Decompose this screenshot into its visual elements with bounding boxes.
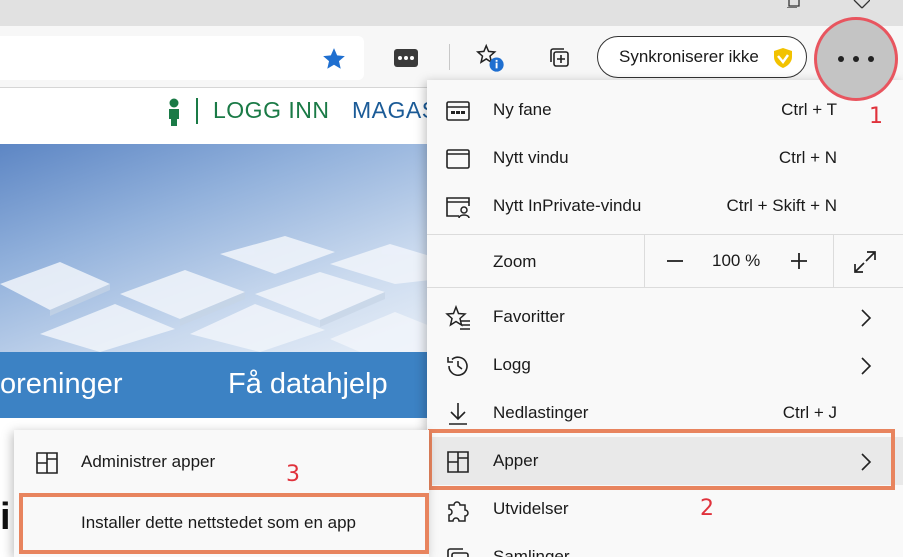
menu-label: Nytt InPrivate-vindu	[493, 196, 642, 215]
submenu-label: Administrer apper	[81, 452, 216, 471]
inprivate-icon	[446, 197, 470, 219]
dot-icon	[838, 56, 844, 62]
zoom-divider	[644, 235, 645, 287]
menu-label: Ny fane	[493, 100, 552, 119]
login-link[interactable]: LOGG INN	[213, 97, 329, 124]
menu-item-new-window[interactable]: Nytt vindu Ctrl + N	[427, 134, 903, 182]
zoom-divider	[833, 235, 834, 287]
menu-label: Nedlastinger	[493, 403, 589, 422]
menu-label: Utvidelser	[493, 499, 569, 518]
star-list-icon	[445, 305, 470, 330]
address-bar[interactable]	[0, 36, 364, 80]
favorites-info-icon[interactable]	[474, 42, 506, 74]
step-3-label: 3	[286, 462, 300, 487]
browser-toolbar: Synkroniserer ikke	[0, 26, 903, 88]
shield-icon	[774, 48, 792, 68]
menu-label: Logg	[493, 355, 531, 374]
collections-icon	[447, 548, 469, 557]
zoom-controls: Zoom 100 %	[427, 235, 903, 287]
zoom-out-button[interactable]	[663, 249, 687, 273]
page-heading-fragment: i	[0, 496, 11, 538]
magazine-link[interactable]: MAGAS	[352, 97, 438, 124]
site-header: LOGG INN MAGAS	[0, 88, 437, 144]
menu-item-history[interactable]: Logg	[427, 341, 903, 389]
window-icon	[446, 149, 470, 169]
hero-image	[0, 144, 430, 352]
restore-icon[interactable]	[786, 0, 802, 8]
step-2-label: 2	[700, 496, 714, 521]
zoom-label: Zoom	[493, 252, 537, 271]
menu-shortcut: Ctrl + N	[778, 148, 837, 167]
fullscreen-icon[interactable]	[852, 249, 878, 275]
dot-icon	[853, 56, 859, 62]
close-icon[interactable]	[850, 0, 870, 10]
nav-item-foreninger[interactable]: oreninger	[0, 368, 123, 401]
login-divider	[196, 98, 198, 124]
apps-highlight-box	[428, 429, 895, 490]
menu-item-extensions[interactable]: Utvidelser	[427, 485, 903, 533]
menu-item-new-inprivate[interactable]: Nytt InPrivate-vindu Ctrl + Skift + N	[427, 182, 903, 230]
menu-item-collections[interactable]: Samlinger	[427, 533, 903, 557]
zoom-level: 100 %	[712, 251, 761, 270]
nav-item-datahjelp[interactable]: Få datahjelp	[228, 368, 388, 401]
install-highlight-box	[19, 493, 429, 554]
menu-label: Nytt vindu	[493, 148, 569, 167]
keyboard-image	[0, 236, 430, 352]
history-icon	[447, 356, 468, 376]
menu-divider	[427, 287, 903, 288]
download-icon	[449, 403, 467, 425]
submenu-item-manage-apps[interactable]: Administrer apper	[14, 436, 429, 486]
menu-label: Favoritter	[493, 307, 565, 326]
step-1-label: 1	[869, 104, 883, 129]
dot-icon	[868, 56, 874, 62]
menu-label: Samlinger	[493, 547, 570, 557]
puzzle-icon	[448, 501, 469, 522]
menu-shortcut: Ctrl + J	[782, 403, 837, 422]
menu-item-favorites[interactable]: Favoritter	[427, 293, 903, 341]
menu-shortcut: Ctrl + T	[781, 100, 837, 119]
password-icon[interactable]	[390, 42, 422, 74]
chevron-right-icon	[861, 309, 872, 327]
toolbar-separator	[449, 44, 450, 70]
star-icon[interactable]	[320, 46, 348, 72]
chevron-right-icon	[861, 357, 872, 375]
zoom-in-button[interactable]	[787, 249, 811, 273]
menu-shortcut: Ctrl + Skift + N	[726, 196, 837, 215]
collections-add-icon[interactable]	[544, 42, 576, 74]
new-tab-icon	[446, 101, 470, 121]
site-nav-bar: oreninger Få datahjelp	[0, 352, 430, 418]
sync-status-button[interactable]: Synkroniserer ikke	[597, 36, 807, 78]
user-icon	[169, 98, 179, 126]
sync-label: Synkroniserer ikke	[619, 47, 759, 66]
title-bar	[0, 0, 903, 26]
apps-icon	[36, 452, 58, 474]
settings-more-button[interactable]	[814, 17, 898, 101]
